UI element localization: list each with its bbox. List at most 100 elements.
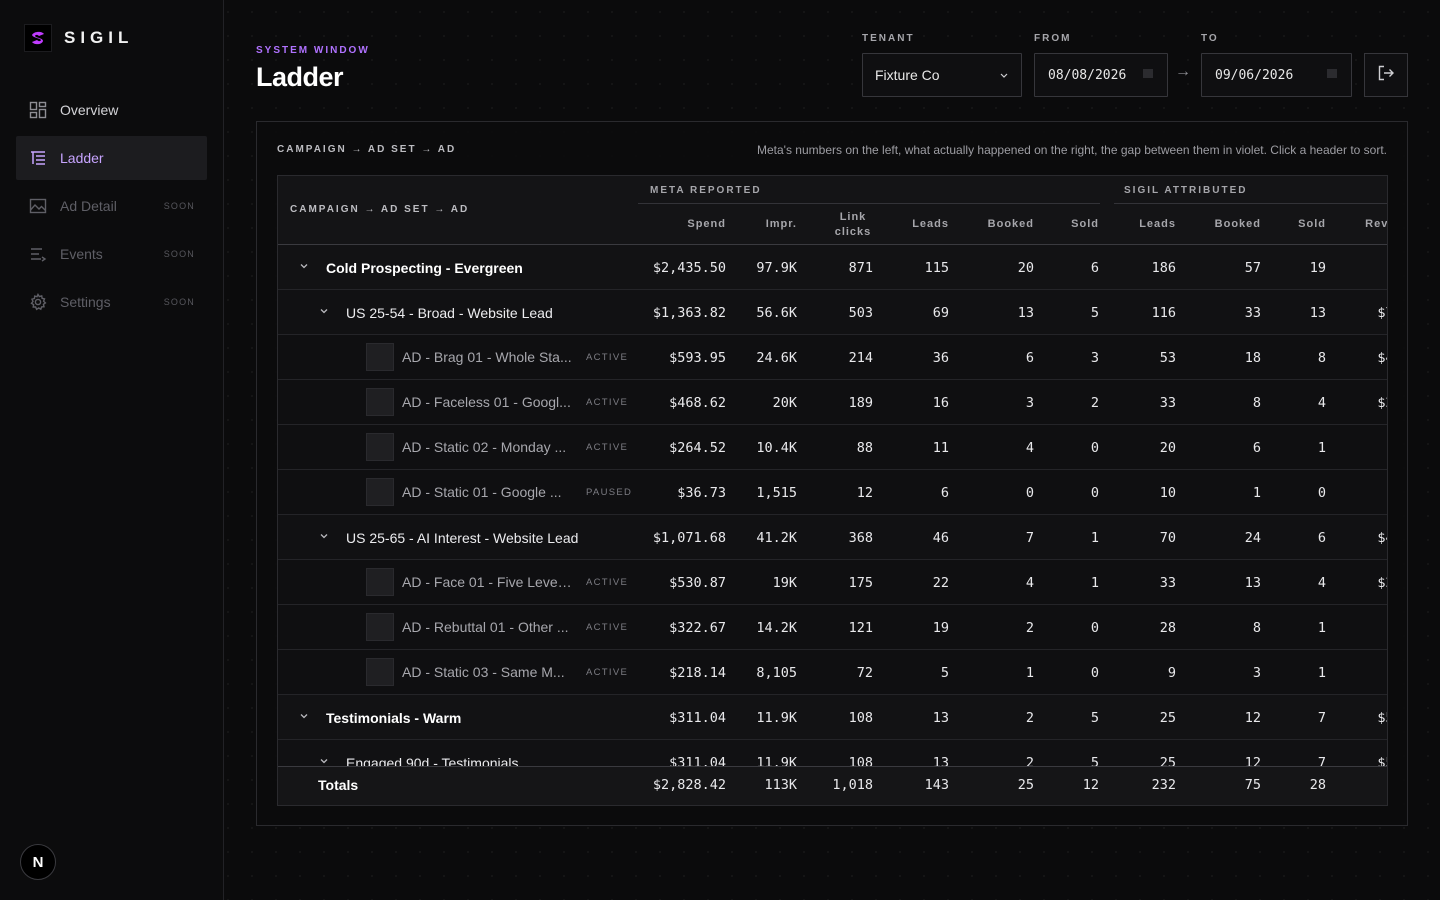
avatar[interactable]: N xyxy=(20,844,56,880)
brand-logo[interactable]: SIGIL xyxy=(24,24,133,52)
cell-impressions: 14.2K xyxy=(756,619,797,636)
cell-spend: $468.62 xyxy=(669,394,726,411)
table-row-ad[interactable]: AD - Static 01 - Google ... PAUSED $36.73 1… xyxy=(278,470,1387,515)
sigil-attributed-group-header: SIGIL ATTRIBUTED xyxy=(1124,185,1248,196)
sidebar-item-settings[interactable]: Settings SOON xyxy=(16,280,207,324)
sigil-logo-icon xyxy=(24,24,52,52)
cell-link-clicks: 214 xyxy=(848,349,873,366)
cell-meta-booked: 2 xyxy=(1025,619,1034,636)
soon-badge: SOON xyxy=(163,249,195,259)
cell-sigil-booked: 8 xyxy=(1252,619,1261,636)
sidebar-item-ad-detail[interactable]: Ad Detail SOON xyxy=(16,184,207,228)
events-list-icon xyxy=(28,244,48,264)
table-row-adset[interactable]: US 25-65 - AI Interest - Website Lead $1,… xyxy=(278,515,1387,560)
cell-revenue: $4,79 xyxy=(1377,349,1387,366)
cell-meta-sold: 2 xyxy=(1090,394,1099,411)
status-badge: ACTIVE xyxy=(586,397,629,408)
cell-impressions: 56.6K xyxy=(756,304,797,321)
column-header-revenue[interactable]: Revenue xyxy=(1338,204,1387,245)
column-header-spend[interactable]: Spend xyxy=(636,204,726,245)
sidebar-item-label: Events xyxy=(60,246,103,262)
to-date-input[interactable]: 09/06/2026 xyxy=(1201,53,1352,97)
cell-meta-sold: 0 xyxy=(1090,439,1099,456)
image-icon xyxy=(28,196,48,216)
table-row-ad[interactable]: AD - Face 01 - Five Level... ACTIVE $530.8… xyxy=(278,560,1387,605)
column-header-impressions[interactable]: Impr. xyxy=(737,204,797,245)
chevron-down-icon[interactable] xyxy=(317,304,331,318)
cell-meta-sold: 0 xyxy=(1090,619,1099,636)
chevron-down-icon xyxy=(999,67,1009,83)
column-header-link-clicks[interactable]: Link clicks xyxy=(833,204,873,245)
cell-link-clicks: 121 xyxy=(848,619,873,636)
calendar-icon[interactable] xyxy=(1326,67,1338,83)
ad-name: AD - Static 02 - Monday ... xyxy=(402,439,567,455)
cell-meta-leads: 69 xyxy=(932,304,949,321)
table-row-adset[interactable]: Engaged 90d - Testimonials $311.04 11.9K 10… xyxy=(278,740,1387,767)
cell-meta-leads: 5 xyxy=(940,664,949,681)
cell-meta-booked: 3 xyxy=(1025,394,1034,411)
cell-impressions: 11.9K xyxy=(756,754,797,767)
cell-sigil-leads: 20 xyxy=(1159,439,1176,456)
tree-column-header[interactable]: CAMPAIGN → AD SET → AD xyxy=(290,204,469,215)
cell-link-clicks: 108 xyxy=(848,754,873,767)
from-date-input[interactable]: 08/08/2026 xyxy=(1034,53,1168,97)
cell-meta-leads: 36 xyxy=(932,349,949,366)
chevron-down-icon[interactable] xyxy=(297,259,311,273)
panel-caption: CAMPAIGN → AD SET → AD xyxy=(277,144,457,155)
cell-spend: $264.52 xyxy=(669,439,726,456)
cell-meta-sold: 3 xyxy=(1090,349,1099,366)
table-row-ad[interactable]: AD - Static 03 - Same M... ACTIVE $218.14 8… xyxy=(278,650,1387,695)
cell-revenue: $5,39 xyxy=(1377,709,1387,726)
cell-meta-leads: 16 xyxy=(932,394,949,411)
cell-sigil-booked: 57 xyxy=(1244,259,1261,276)
table-row-adset[interactable]: US 25-54 - Broad - Website Lead $1,363.82… xyxy=(278,290,1387,335)
column-header-sigil-leads[interactable]: Leads xyxy=(1116,204,1176,245)
status-badge: PAUSED xyxy=(586,487,633,498)
cell-spend: $311.04 xyxy=(669,709,726,726)
chevron-down-icon[interactable] xyxy=(317,754,331,766)
cell-revenue: $2,39 xyxy=(1377,394,1387,411)
column-header-sigil-booked[interactable]: Booked xyxy=(1191,204,1261,245)
cell-meta-leads: 11 xyxy=(932,439,949,456)
table-row-campaign[interactable]: Testimonials - Warm $311.04 11.9K 108 13 2 5 25… xyxy=(278,695,1387,740)
cell-spend: $218.14 xyxy=(669,664,726,681)
total-meta-leads: 143 xyxy=(924,777,949,793)
table-row-ad[interactable]: AD - Static 02 - Monday ... ACTIVE $264.52… xyxy=(278,425,1387,470)
calendar-icon[interactable] xyxy=(1142,67,1154,83)
sidebar-item-overview[interactable]: Overview xyxy=(16,88,207,132)
cell-meta-sold: 1 xyxy=(1090,529,1099,546)
total-revenue: $1 xyxy=(1338,767,1387,803)
brand-name: SIGIL xyxy=(64,28,134,47)
tenant-select[interactable]: Fixture Co xyxy=(862,53,1022,97)
ad-thumbnail xyxy=(366,478,394,506)
total-link-clicks: 1,018 xyxy=(832,777,873,793)
chevron-down-icon[interactable] xyxy=(297,709,311,723)
sidebar-item-ladder[interactable]: Ladder xyxy=(16,136,207,180)
table-row-ad[interactable]: AD - Rebuttal 01 - Other ... ACTIVE $322.6… xyxy=(278,605,1387,650)
column-header-meta-booked[interactable]: Booked xyxy=(964,204,1034,245)
tenant-value: Fixture Co xyxy=(875,67,940,83)
from-label: FROM xyxy=(1034,33,1072,44)
sidebar-item-events[interactable]: Events SOON xyxy=(16,232,207,276)
ad-name: AD - Static 01 - Google ... xyxy=(402,484,562,500)
cell-link-clicks: 871 xyxy=(848,259,873,276)
cell-sigil-leads: 10 xyxy=(1159,484,1176,501)
sidebar-nav: Overview Ladder Ad Detail SOON Events SO… xyxy=(16,88,207,328)
cell-spend: $311.04 xyxy=(669,754,726,767)
table-row-ad[interactable]: AD - Brag 01 - Whole Sta... ACTIVE $593.95… xyxy=(278,335,1387,380)
chevron-down-icon[interactable] xyxy=(317,529,331,543)
cell-sigil-sold: 4 xyxy=(1317,574,1326,591)
ad-thumbnail xyxy=(366,433,394,461)
cell-meta-leads: 13 xyxy=(932,709,949,726)
column-header-meta-sold[interactable]: Sold xyxy=(1049,204,1099,245)
sign-out-icon xyxy=(1377,64,1395,87)
adset-name: Engaged 90d - Testimonials xyxy=(346,754,519,767)
column-header-meta-leads[interactable]: Leads xyxy=(889,204,949,245)
cell-sigil-leads: 116 xyxy=(1151,304,1176,321)
table-row-campaign[interactable]: Cold Prospecting - Evergreen $2,435.50 97.… xyxy=(278,245,1387,290)
sign-out-button[interactable] xyxy=(1364,53,1408,97)
table-row-ad[interactable]: AD - Faceless 01 - Googl... ACTIVE $468.62… xyxy=(278,380,1387,425)
cell-meta-sold: 5 xyxy=(1090,304,1099,321)
column-header-sigil-sold[interactable]: Sold xyxy=(1276,204,1326,245)
cell-sigil-leads: 33 xyxy=(1159,394,1176,411)
